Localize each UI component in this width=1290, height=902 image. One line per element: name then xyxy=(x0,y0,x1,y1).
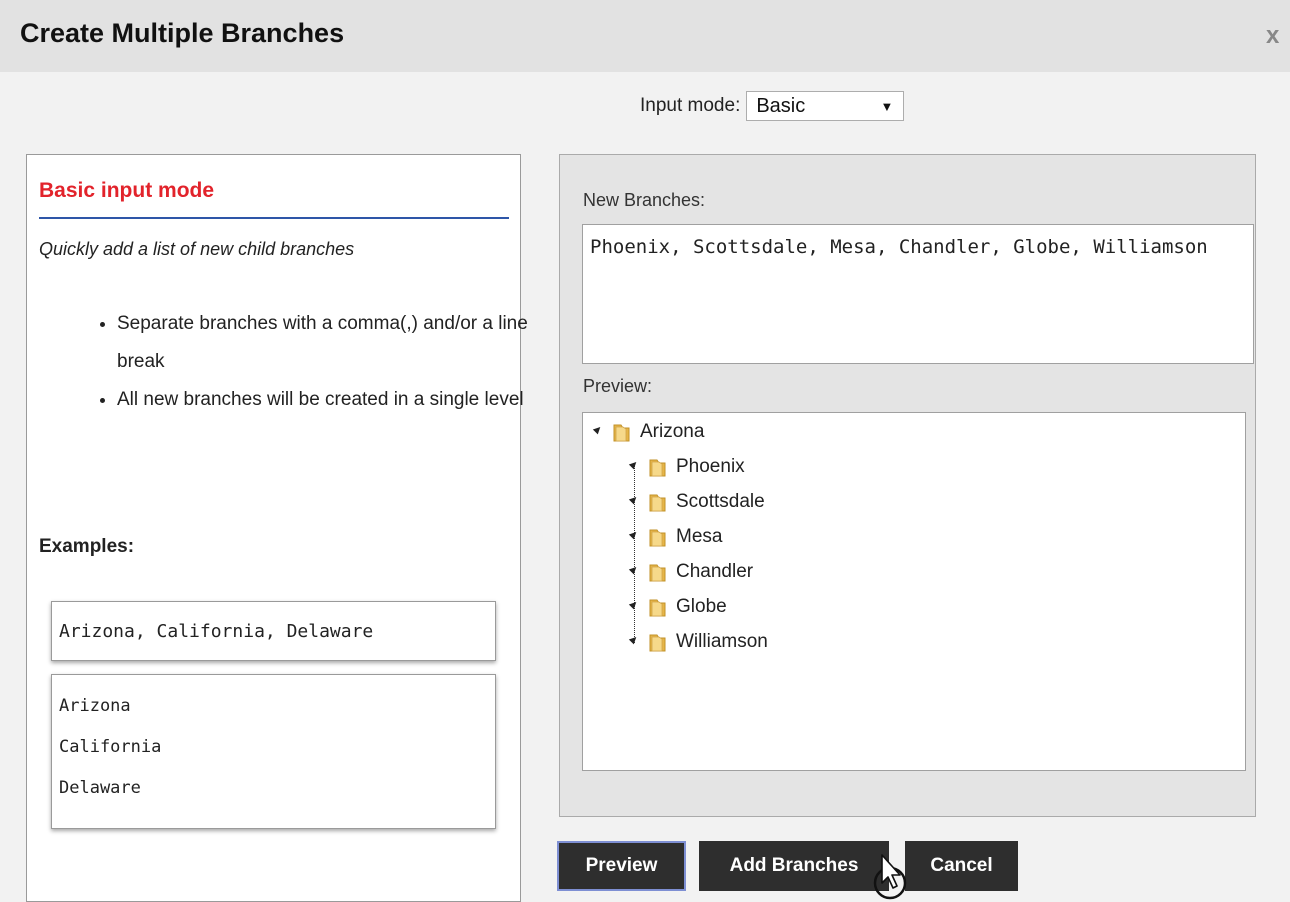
folder-icon xyxy=(613,424,630,442)
example-inline-text: Arizona, California, Delaware xyxy=(59,621,374,642)
dialog-titlebar: Create Multiple Branches x xyxy=(0,0,1290,72)
expand-arrow-icon[interactable]: ▲ xyxy=(625,630,649,654)
examples-label: Examples: xyxy=(39,536,135,557)
help-bullet: Separate branches with a comma(,) and/or… xyxy=(117,305,537,381)
tree-child-node[interactable]: ▲ Williamson xyxy=(625,627,768,657)
mouse-cursor-icon xyxy=(873,854,907,900)
expand-arrow-icon[interactable]: ▲ xyxy=(625,560,649,584)
add-branches-button[interactable]: Add Branches xyxy=(699,841,889,891)
tree-child-node[interactable]: ▲ Chandler xyxy=(625,557,754,587)
expand-arrow-icon[interactable]: ▲ xyxy=(625,490,649,514)
cancel-button[interactable]: Cancel xyxy=(905,841,1018,891)
tree-child-label: Chandler xyxy=(676,561,754,582)
tree-root-node[interactable]: ▲ Arizona xyxy=(589,417,705,447)
input-mode-select[interactable]: Basic ▼ xyxy=(746,91,905,121)
tree-child-node[interactable]: ▲ Scottsdale xyxy=(625,487,765,517)
new-branches-label: New Branches: xyxy=(583,190,706,210)
folder-icon xyxy=(649,529,666,547)
preview-button[interactable]: Preview xyxy=(557,841,686,891)
expand-arrow-icon[interactable]: ▲ xyxy=(589,420,613,444)
preview-tree: ▲ Arizona ▲ Phoenix ▲ Scottsdale ▲ Mesa … xyxy=(582,412,1246,771)
help-bullet: All new branches will be created in a si… xyxy=(117,381,537,419)
preview-label: Preview: xyxy=(583,376,653,396)
tree-child-node[interactable]: ▲ Globe xyxy=(625,592,727,622)
example-lines-box: Arizona California Delaware xyxy=(51,674,496,829)
tree-child-label: Williamson xyxy=(676,631,768,652)
close-button[interactable]: x xyxy=(1266,22,1290,50)
folder-icon xyxy=(649,494,666,512)
new-branches-input[interactable]: Phoenix, Scottsdale, Mesa, Chandler, Glo… xyxy=(582,224,1254,364)
folder-icon xyxy=(649,564,666,582)
folder-icon xyxy=(649,459,666,477)
tree-child-node[interactable]: ▲ Phoenix xyxy=(625,452,745,482)
tree-child-label: Mesa xyxy=(676,526,723,547)
tree-child-label: Scottsdale xyxy=(676,491,765,512)
editor-panel: New Branches: Phoenix, Scottsdale, Mesa,… xyxy=(559,154,1256,817)
input-mode-value: Basic xyxy=(756,94,806,117)
folder-icon xyxy=(649,599,666,617)
example-line: Delaware xyxy=(59,778,141,798)
help-title: Basic input mode xyxy=(39,179,509,219)
input-mode-row: Input mode: Basic ▼ xyxy=(640,91,905,121)
tree-root-label: Arizona xyxy=(640,421,705,442)
dropdown-arrow-icon: ▼ xyxy=(880,98,894,114)
folder-icon xyxy=(649,634,666,652)
tree-child-node[interactable]: ▲ Mesa xyxy=(625,522,723,552)
dialog-title: Create Multiple Branches xyxy=(20,18,345,48)
help-panel: Basic input mode Quickly add a list of n… xyxy=(26,154,528,902)
help-bullets: Separate branches with a comma(,) and/or… xyxy=(87,305,537,419)
expand-arrow-icon[interactable]: ▲ xyxy=(625,595,649,619)
expand-arrow-icon[interactable]: ▲ xyxy=(625,525,649,549)
example-inline-box: Arizona, California, Delaware xyxy=(51,601,496,661)
expand-arrow-icon[interactable]: ▲ xyxy=(625,455,649,479)
tree-child-label: Globe xyxy=(676,596,727,617)
input-mode-label: Input mode: xyxy=(640,95,741,116)
tree-child-label: Phoenix xyxy=(676,456,745,477)
help-description: Quickly add a list of new child branches xyxy=(39,239,355,259)
